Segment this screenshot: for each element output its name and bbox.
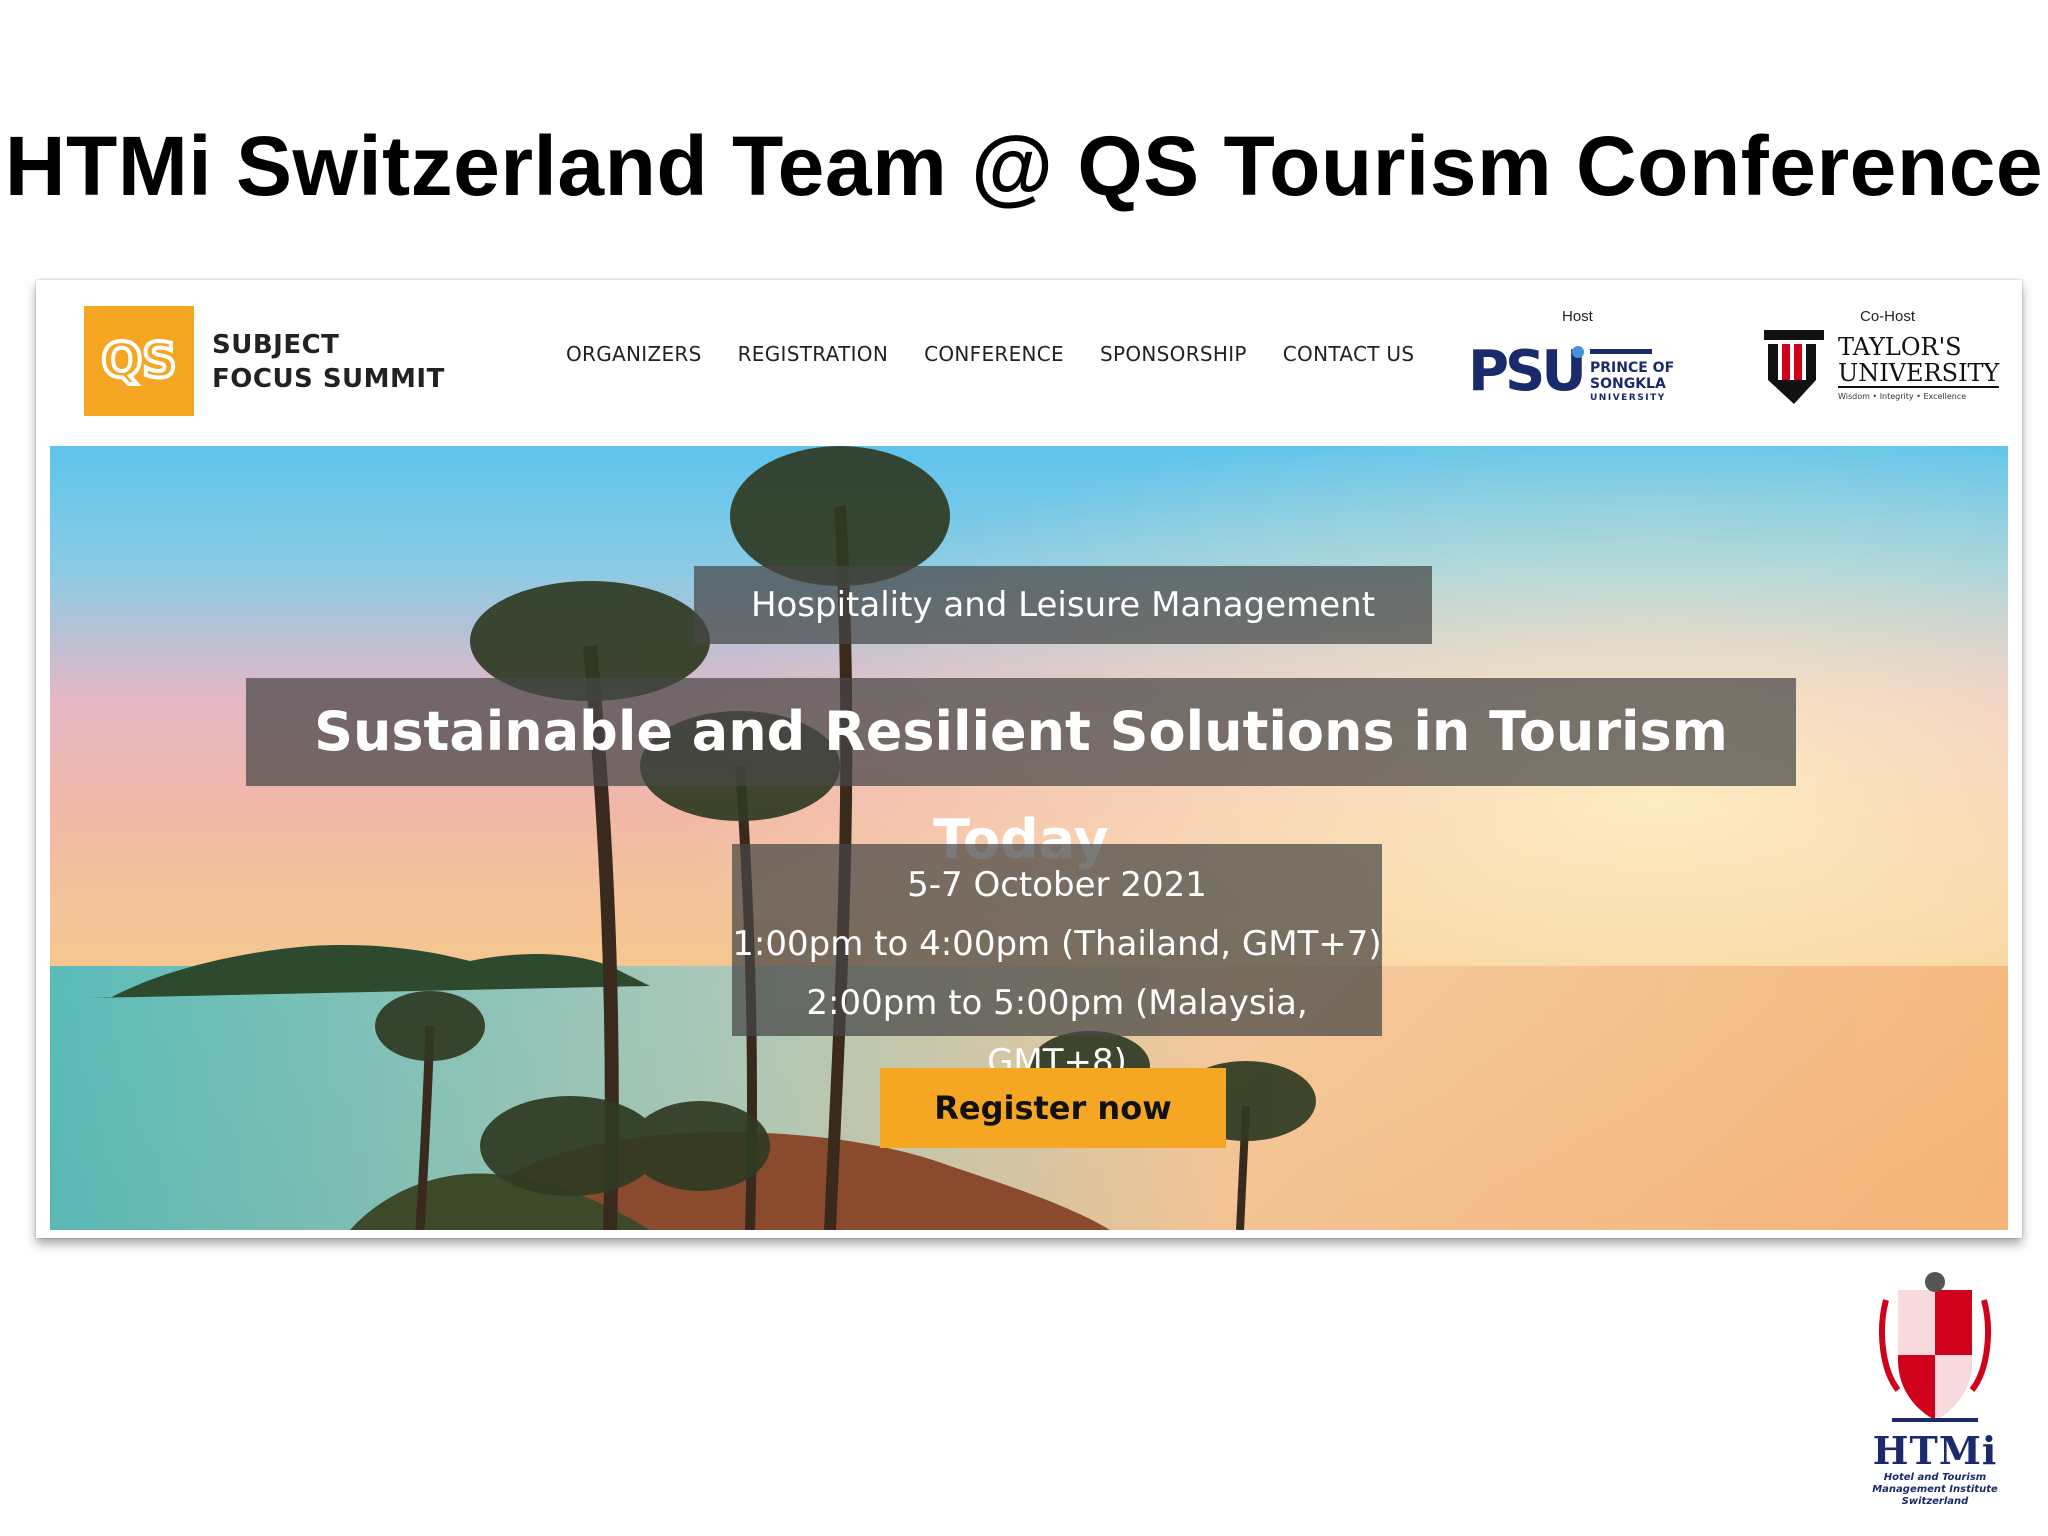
psu-logo-graphic: PSU PRINCE OF SONGKLA UNIVERSITY — [1468, 339, 1674, 404]
taylors-name-line-1: TAYLOR'S — [1838, 333, 1962, 361]
qs-logo-icon: QS — [99, 331, 178, 391]
hero-subtitle: Hospitality and Leisure Management — [694, 566, 1432, 644]
htmi-name: HTMi — [1872, 1428, 1998, 1473]
nav-sponsorship[interactable]: SPONSORSHIP — [1100, 342, 1247, 366]
htmi-subtitle: Hotel and Tourism Management Institute S… — [1860, 1472, 2010, 1508]
psu-name-3: UNIVERSITY — [1590, 393, 1666, 403]
slide-title: HTMi Switzerland Team @ QS Tourism Confe… — [4, 119, 2044, 213]
psu-name-2: SONGKLA — [1590, 376, 1666, 392]
hero-time-thailand: 1:00pm to 4:00pm (Thailand, GMT+7) — [732, 924, 1382, 964]
htmi-sub-line-1: Hotel and Tourism — [1883, 1472, 1987, 1483]
nav-conference[interactable]: CONFERENCE — [924, 342, 1064, 366]
htmi-sub-line-3: Switzerland — [1901, 1496, 1969, 1507]
site-header: QS SUBJECT FOCUS SUMMIT ORGANIZERS REGIS… — [36, 280, 2022, 446]
website-screenshot: QS SUBJECT FOCUS SUMMIT ORGANIZERS REGIS… — [36, 280, 2022, 1238]
summit-line-2: FOCUS SUMMIT — [212, 364, 445, 394]
psu-logo[interactable]: PSU PRINCE OF SONGKLA UNIVERSITY — [1468, 324, 1678, 404]
psu-name-1: PRINCE OF — [1590, 360, 1674, 376]
taylors-emblem-icon — [1764, 330, 1824, 404]
register-now-button[interactable]: Register now — [880, 1068, 1226, 1148]
hero-date: 5-7 October 2021 — [907, 865, 1207, 905]
taylors-name: TAYLOR'S UNIVERSITY — [1838, 333, 2000, 388]
qs-logo-letters: QS — [101, 333, 176, 389]
nav-registration[interactable]: REGISTRATION — [738, 342, 888, 366]
hero-banner: Hospitality and Leisure Management Susta… — [50, 446, 2008, 1230]
htmi-logo: HTMi Hotel and Tourism Management Instit… — [1860, 1270, 2010, 1510]
htmi-crest-icon — [1879, 1272, 1991, 1422]
htmi-sub-line-2: Management Institute — [1872, 1484, 1998, 1495]
psu-letters: PSU — [1468, 339, 1583, 404]
taylors-name-line-2: UNIVERSITY — [1838, 359, 2000, 388]
hero-dates-box: 5-7 October 2021 1:00pm to 4:00pm (Thail… — [732, 844, 1382, 1082]
host-label: Host — [1562, 308, 1593, 325]
main-nav: ORGANIZERS REGISTRATION CONFERENCE SPONS… — [566, 342, 1450, 366]
summit-name: SUBJECT FOCUS SUMMIT — [212, 328, 445, 396]
summit-line-1: SUBJECT — [212, 330, 340, 360]
psu-dot — [1572, 346, 1584, 358]
nav-contact-us[interactable]: CONTACT US — [1283, 342, 1415, 366]
nav-organizers[interactable]: ORGANIZERS — [566, 342, 702, 366]
psu-bar — [1590, 349, 1652, 354]
qs-logo[interactable]: QS — [84, 306, 194, 416]
hero-title: Sustainable and Resilient Solutions in T… — [246, 678, 1796, 871]
taylors-motto: Wisdom • Integrity • Excellence — [1838, 392, 1967, 401]
taylors-logo[interactable]: TAYLOR'S UNIVERSITY Wisdom • Integrity •… — [1758, 322, 2000, 408]
